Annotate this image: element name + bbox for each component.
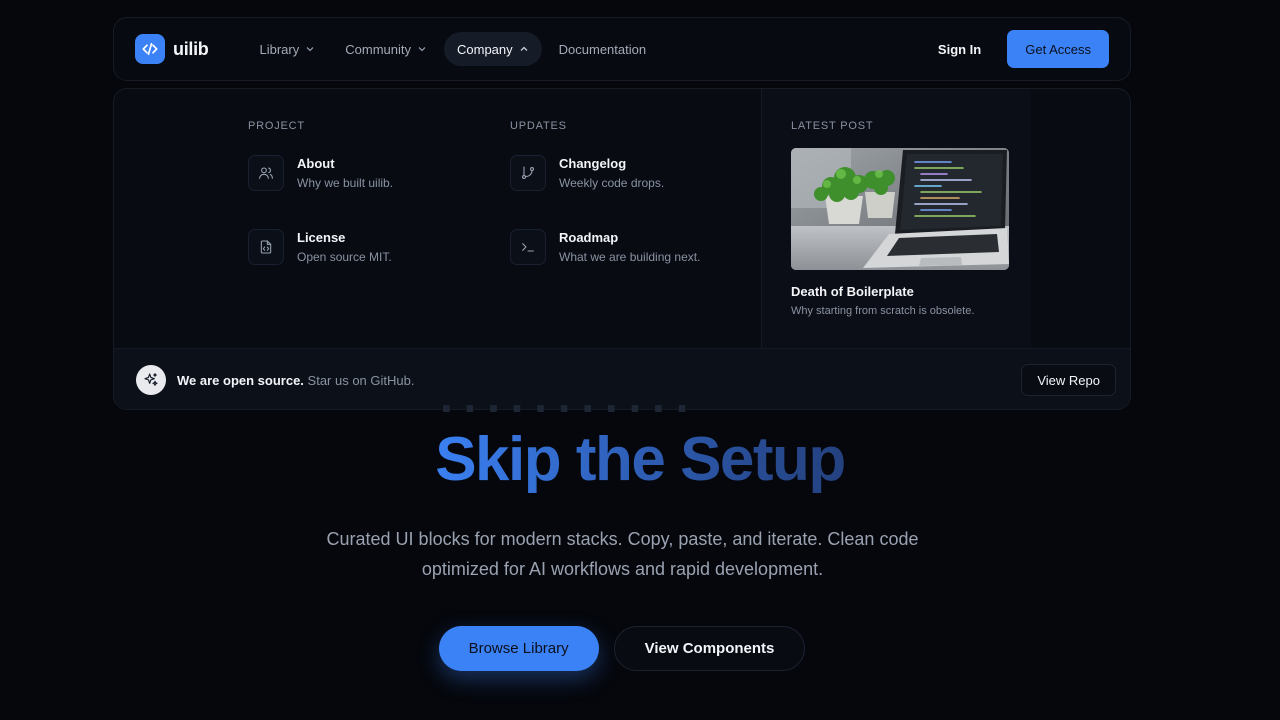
about-title: About xyxy=(297,156,335,171)
project-heading: PROJECT xyxy=(248,120,305,132)
updates-heading: UPDATES xyxy=(510,120,567,132)
sparkles-icon xyxy=(136,365,166,395)
nav-community[interactable]: Community xyxy=(332,32,440,66)
open-source-text: Star us on GitHub. xyxy=(303,372,415,388)
hero-ghost-glyphs: . . . . . . . . . . . xyxy=(440,403,688,413)
view-repo-button[interactable]: View Repo xyxy=(1021,364,1116,396)
brand-name: uilib xyxy=(173,38,209,59)
changelog-desc: Weekly code drops. xyxy=(559,176,665,190)
latest-post-heading: LATEST POST xyxy=(791,120,874,132)
hero-ghost-text: . . . . . . . . . . . xyxy=(400,403,880,413)
file-code-icon xyxy=(248,229,284,265)
hero-subtitle-line2: optimized for AI workflows and rapid dev… xyxy=(421,559,824,579)
latest-post-desc: Why starting from scratch is obsolete. xyxy=(791,305,975,317)
nav-company[interactable]: Company xyxy=(444,32,542,66)
open-source-note: We are open source. Star us on GitHub. xyxy=(177,373,414,388)
laptop-plant-photo xyxy=(791,148,1009,270)
nav-documentation[interactable]: Documentation xyxy=(546,32,659,66)
menu-item-changelog[interactable]: Changelog Weekly code drops. xyxy=(510,155,750,195)
menu-item-roadmap[interactable]: Roadmap What we are building next. xyxy=(510,229,750,269)
nav-actions: Sign In Get Access xyxy=(938,30,1109,68)
hero-subtitle-line1: Curated UI blocks for modern stacks. Cop… xyxy=(326,529,919,549)
latest-post-image[interactable] xyxy=(791,148,1009,270)
hero-subtitle: Curated UI blocks for modern stacks. Cop… xyxy=(300,524,945,584)
menu-item-license[interactable]: License Open source MIT. xyxy=(248,229,488,269)
roadmap-title: Roadmap xyxy=(559,230,619,245)
dropdown-body: PROJECT About Why we built uilib. Licens… xyxy=(114,89,1130,348)
code-icon xyxy=(135,34,165,64)
top-navbar: uilib Library Community Company Document… xyxy=(113,17,1131,81)
nav-library[interactable]: Library xyxy=(247,32,329,66)
main-nav: Library Community Company Documentation xyxy=(247,32,660,66)
view-components-button[interactable]: View Components xyxy=(613,626,806,671)
chevron-down-icon xyxy=(418,47,426,52)
nav-community-label: Community xyxy=(345,41,411,57)
chevron-up-icon xyxy=(520,46,528,51)
chevron-down-icon xyxy=(306,47,314,52)
license-desc: Open source MIT. xyxy=(297,250,392,264)
hero-actions: Browse Library View Components xyxy=(0,626,1244,671)
about-desc: Why we built uilib. xyxy=(297,176,394,190)
terminal-icon xyxy=(510,229,546,265)
sign-in-link[interactable]: Sign In xyxy=(938,42,981,57)
nav-documentation-label: Documentation xyxy=(558,41,647,57)
latest-post-panel: LATEST POST Death of Boilerplate Why sta… xyxy=(761,89,1031,348)
browse-library-button[interactable]: Browse Library xyxy=(438,626,599,671)
nav-library-label: Library xyxy=(259,41,300,57)
license-title: License xyxy=(297,230,346,245)
latest-post-title[interactable]: Death of Boilerplate xyxy=(791,284,914,299)
hero-title: Skip the Setup xyxy=(0,420,1280,500)
page: uilib Library Community Company Document… xyxy=(0,0,1280,720)
menu-item-about[interactable]: About Why we built uilib. xyxy=(248,155,488,195)
roadmap-desc: What we are building next. xyxy=(559,250,701,264)
brand-logo[interactable]: uilib xyxy=(135,34,209,64)
get-access-button[interactable]: Get Access xyxy=(1007,30,1109,68)
dropdown-footer: We are open source. Star us on GitHub. V… xyxy=(114,348,1130,409)
users-icon xyxy=(248,155,284,191)
open-source-bold: We are open source. xyxy=(177,372,304,388)
changelog-title: Changelog xyxy=(559,156,627,171)
nav-company-label: Company xyxy=(457,41,513,57)
company-dropdown: PROJECT About Why we built uilib. Licens… xyxy=(113,88,1131,410)
git-branch-icon xyxy=(510,155,546,191)
